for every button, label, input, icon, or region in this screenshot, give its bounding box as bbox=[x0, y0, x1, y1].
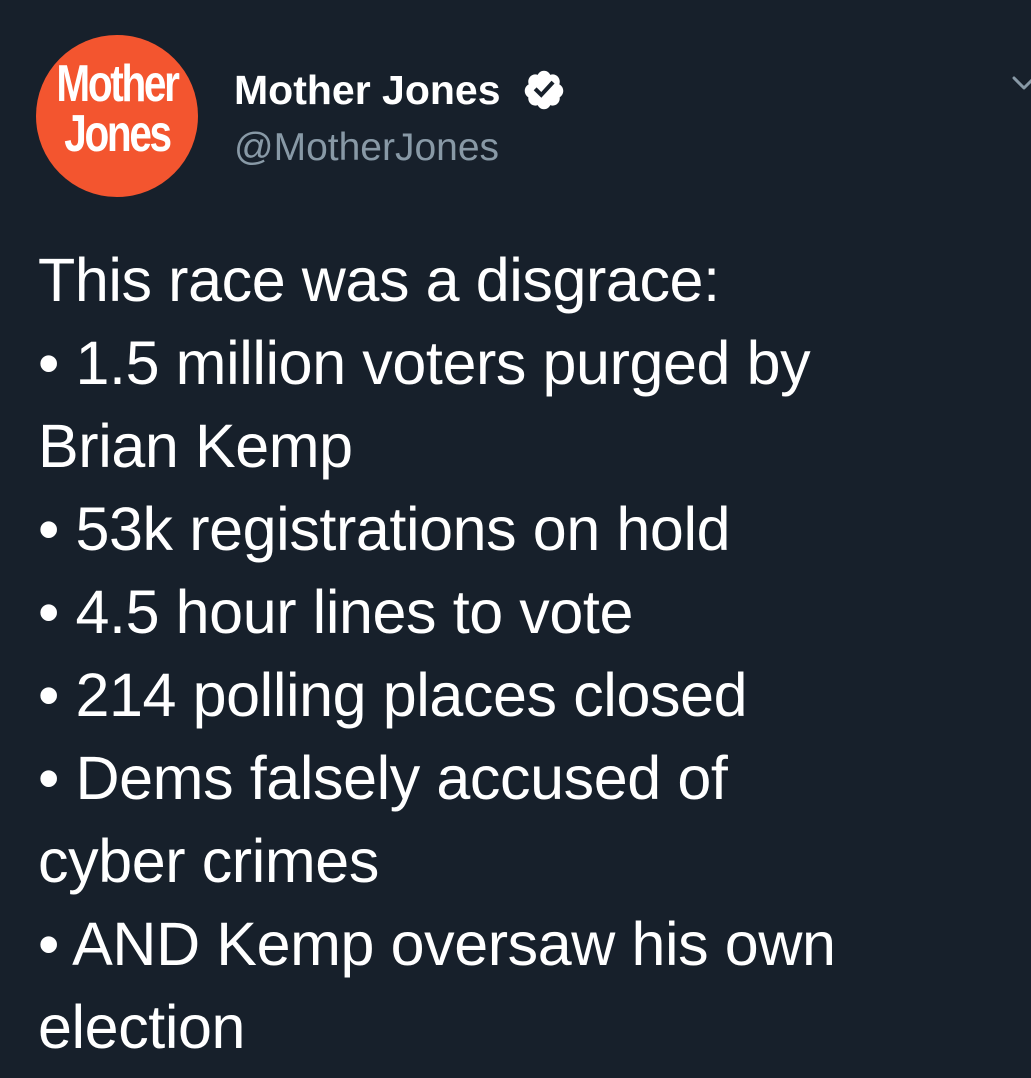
avatar[interactable]: Mother Jones bbox=[36, 35, 198, 197]
chevron-down-icon[interactable] bbox=[1010, 70, 1031, 98]
tweet-line: cyber crimes bbox=[38, 827, 379, 895]
verified-badge-icon bbox=[524, 70, 564, 110]
tweet-line: election bbox=[38, 993, 246, 1061]
tweet-text: This race was a disgrace: • 1.5 million … bbox=[38, 239, 998, 1069]
tweet-line: • 1.5 million voters purged by bbox=[38, 329, 811, 397]
tweet-line: • 53k registrations on hold bbox=[38, 495, 731, 563]
tweet-line: • AND Kemp oversaw his own bbox=[38, 910, 836, 978]
avatar-logo-line-1: Mother bbox=[56, 55, 179, 113]
tweet-line: • 4.5 hour lines to vote bbox=[38, 578, 634, 646]
author-name[interactable]: Mother Jones bbox=[234, 68, 501, 112]
tweet-line: Brian Kemp bbox=[38, 412, 353, 480]
tweet-line: This race was a disgrace: bbox=[38, 246, 720, 314]
tweet-line: • 214 polling places closed bbox=[38, 661, 748, 729]
author-handle[interactable]: @MotherJones bbox=[234, 126, 499, 170]
avatar-logo-line-2: Jones bbox=[64, 105, 172, 163]
tweet-line: • Dems falsely accused of bbox=[38, 744, 728, 812]
tweet: Mother Jones Mother Jones @MotherJones T… bbox=[0, 0, 1031, 1078]
avatar-logo: Mother Jones bbox=[54, 55, 180, 163]
